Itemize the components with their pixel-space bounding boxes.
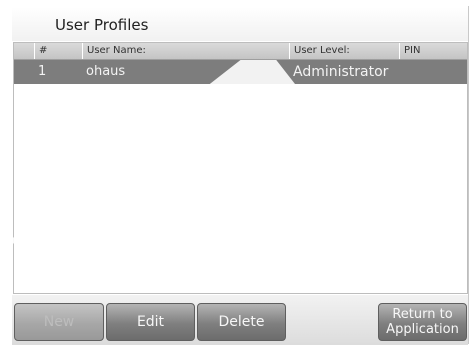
column-header-user-level: User Level: <box>289 43 399 59</box>
return-button-label-line2: Application <box>386 322 459 337</box>
row-user-level: Administrator <box>293 64 389 80</box>
column-header-index: # <box>34 43 82 59</box>
delete-button-label: Delete <box>218 314 265 330</box>
row-index: 1 <box>38 64 47 79</box>
edit-button[interactable]: Edit <box>106 303 195 341</box>
row-user-name: ohaus <box>86 64 126 79</box>
row-pin <box>399 60 467 84</box>
new-button-label: New <box>43 314 75 330</box>
column-header-pin: PIN <box>399 43 467 59</box>
column-header-user-name: User Name: <box>82 43 289 59</box>
return-to-application-button[interactable]: Return to Application <box>378 303 467 341</box>
page-title: User Profiles <box>55 16 149 34</box>
edit-button-label: Edit <box>136 314 165 330</box>
table-header: # User Name: User Level: PIN <box>14 43 467 60</box>
delete-button[interactable]: Delete <box>197 303 286 341</box>
user-table: # User Name: User Level: PIN 1 ohaus Adm… <box>13 42 468 294</box>
title-bar: User Profiles <box>12 7 468 41</box>
column-header-blank <box>14 43 34 59</box>
new-button[interactable]: New <box>14 303 104 341</box>
table-row[interactable]: 1 ohaus Administrator <box>14 60 467 84</box>
return-button-label-line1: Return to <box>392 307 453 322</box>
